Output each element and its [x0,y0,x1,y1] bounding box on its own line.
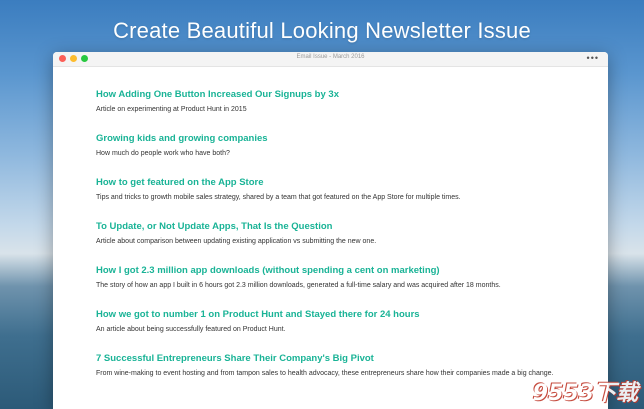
article-description: How much do people work who have both? [96,150,230,157]
article-title-link[interactable]: 7 Successful Entrepreneurs Share Their C… [96,353,578,365]
article-item: How Adding One Button Increased Our Sign… [96,89,578,133]
article-item: How I got 2.3 million app downloads (wit… [96,265,578,309]
watermark-logo: 9553下载 [532,381,638,406]
article-title-link[interactable]: How to get featured on the App Store [96,177,578,189]
app-window: Email Issue - March 2016 ••• How Adding … [53,52,608,409]
more-options-icon[interactable]: ••• [587,53,599,63]
article-description: From wine-making to event hosting and fr… [96,370,554,377]
article-title-link[interactable]: How Adding One Button Increased Our Sign… [96,89,578,101]
article-description: Tips and tricks to growth mobile sales s… [96,194,461,201]
article-title-link[interactable]: Growing kids and growing companies [96,133,578,145]
article-item: Growing kids and growing companies How m… [96,133,578,177]
article-description: An article about being successfully feat… [96,326,286,333]
article-item: 7 Successful Entrepreneurs Share Their C… [96,353,578,397]
article-item: How we got to number 1 on Product Hunt a… [96,309,578,353]
article-title-link[interactable]: How we got to number 1 on Product Hunt a… [96,309,578,321]
article-item: How to get featured on the App Store Tip… [96,177,578,221]
article-description: Article about comparison between updatin… [96,238,377,245]
window-title: Email Issue - March 2016 [296,54,365,60]
article-item: To Update, or Not Update Apps, That Is t… [96,221,578,265]
promo-headline: Create Beautiful Looking Newsletter Issu… [113,18,531,43]
newsletter-content: How Adding One Button Increased Our Sign… [53,67,608,397]
article-description: Article on experimenting at Product Hunt… [96,106,247,113]
title-bar: Email Issue - March 2016 ••• [53,52,608,67]
article-title-link[interactable]: To Update, or Not Update Apps, That Is t… [96,221,578,233]
article-title-link[interactable]: How I got 2.3 million app downloads (wit… [96,265,578,277]
article-description: The story of how an app I built in 6 hou… [96,282,501,289]
